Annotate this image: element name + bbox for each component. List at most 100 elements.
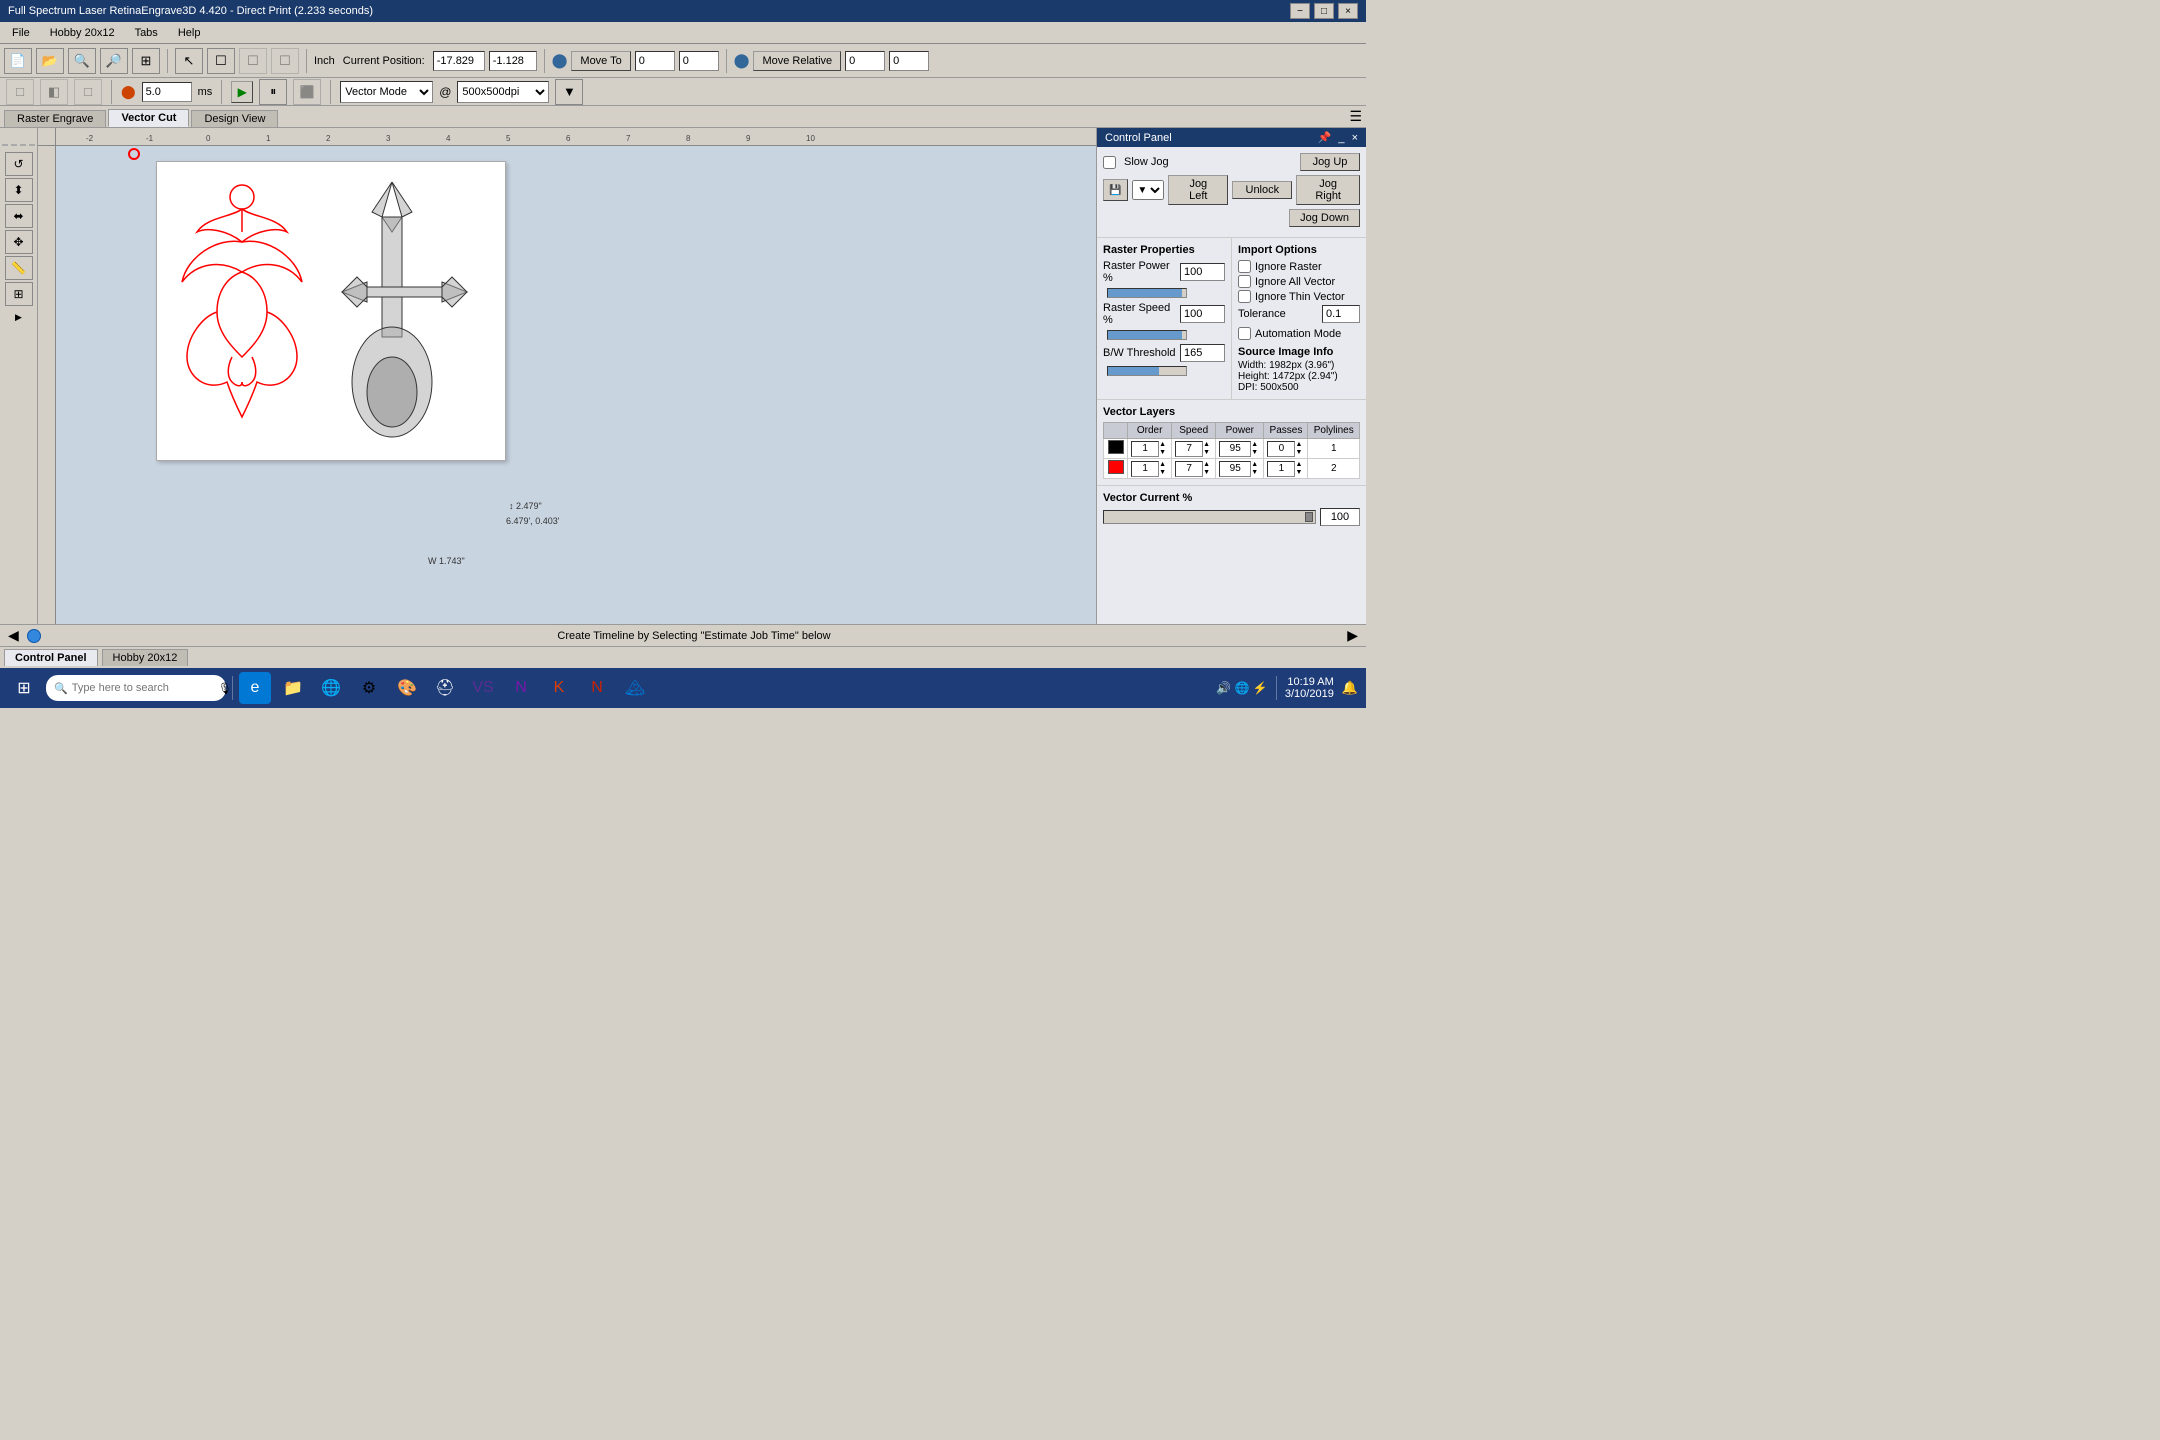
jog-left-btn[interactable]: Jog Left bbox=[1168, 175, 1228, 205]
vector-current-thumb[interactable] bbox=[1305, 512, 1313, 522]
dpi-btn3[interactable]: □ bbox=[74, 79, 102, 105]
stop-btn[interactable]: ⬛ bbox=[293, 79, 321, 105]
move-to-x-input[interactable] bbox=[635, 51, 675, 71]
raster-power-slider[interactable] bbox=[1107, 288, 1187, 298]
vector-current-slider[interactable] bbox=[1103, 510, 1316, 524]
speed-arrows-2[interactable]: ▲▼ bbox=[1203, 461, 1210, 477]
new-btn[interactable]: 📄 bbox=[4, 48, 32, 74]
passes-up-1[interactable]: ▲ bbox=[1295, 441, 1302, 449]
automation-mode-cb[interactable] bbox=[1238, 327, 1251, 340]
passes-up-2[interactable]: ▲ bbox=[1295, 461, 1302, 469]
menu-help[interactable]: Help bbox=[170, 25, 209, 41]
titlebar-controls[interactable]: − □ × bbox=[1290, 3, 1358, 19]
delay-input[interactable] bbox=[142, 82, 192, 102]
tab-options-icon[interactable]: ☰ bbox=[1349, 108, 1362, 125]
taskbar-folder-icon[interactable]: 📁 bbox=[277, 672, 309, 704]
search-input[interactable] bbox=[72, 682, 214, 694]
raster-speed-slider[interactable] bbox=[1107, 330, 1187, 340]
status-next[interactable]: ▶ bbox=[1347, 627, 1358, 644]
speed-down-1[interactable]: ▼ bbox=[1203, 449, 1210, 457]
dpi-btn2[interactable]: ◧ bbox=[40, 79, 68, 105]
power-spin-1[interactable]: ▲▼ bbox=[1219, 441, 1260, 457]
mode-select[interactable]: Vector Mode Raster Mode Raster+Vector bbox=[340, 81, 433, 103]
lt-flip-h[interactable]: ⬌ bbox=[5, 204, 33, 228]
power-arrows-1[interactable]: ▲▼ bbox=[1251, 441, 1258, 457]
passes-arrows-1[interactable]: ▲▼ bbox=[1295, 441, 1302, 457]
lt-ruler[interactable]: 📏 bbox=[5, 256, 33, 280]
save-img-btn[interactable]: 💾 bbox=[1103, 179, 1128, 201]
power-up-2[interactable]: ▲ bbox=[1251, 461, 1258, 469]
open-btn[interactable]: 📂 bbox=[36, 48, 64, 74]
lt-grid[interactable]: ⊞ bbox=[5, 282, 33, 306]
move-to-y-input[interactable] bbox=[679, 51, 719, 71]
menu-tabs[interactable]: Tabs bbox=[127, 25, 166, 41]
menu-hobby[interactable]: Hobby 20x12 bbox=[42, 25, 123, 41]
lt-flip-v[interactable]: ⬍ bbox=[5, 178, 33, 202]
jog-down-btn[interactable]: Jog Down bbox=[1289, 209, 1360, 227]
unlock-btn[interactable]: Unlock bbox=[1232, 181, 1292, 199]
cp-min-icon[interactable]: _ bbox=[1338, 132, 1344, 144]
taskbar-red-icon[interactable]: 🎨 bbox=[391, 672, 423, 704]
vector-current-input[interactable] bbox=[1320, 508, 1360, 526]
slow-jog-checkbox[interactable] bbox=[1103, 156, 1116, 169]
order-arrows-1[interactable]: ▲▼ bbox=[1159, 441, 1166, 457]
tab-vector-cut[interactable]: Vector Cut bbox=[108, 109, 189, 127]
order-spin-1[interactable]: ▲▼ bbox=[1131, 441, 1168, 457]
passes-input-2[interactable] bbox=[1267, 461, 1295, 477]
pos-y-input[interactable] bbox=[489, 51, 537, 71]
dpi-expand[interactable]: ▼ bbox=[555, 79, 583, 105]
order-arrows-2[interactable]: ▲▼ bbox=[1159, 461, 1166, 477]
cp-header-controls[interactable]: 📌 _ × bbox=[1314, 131, 1358, 144]
down-arrow-1[interactable]: ▼ bbox=[1159, 449, 1166, 457]
play-btn[interactable]: ▶ bbox=[231, 81, 253, 103]
zoom-in-btn[interactable]: 🔍 bbox=[68, 48, 96, 74]
order-input-1[interactable] bbox=[1131, 441, 1159, 457]
passes-arrows-2[interactable]: ▲▼ bbox=[1295, 461, 1302, 477]
power-input-1[interactable] bbox=[1219, 441, 1251, 457]
power-up-1[interactable]: ▲ bbox=[1251, 441, 1258, 449]
taskbar-sn-icon[interactable]: ⚙ bbox=[353, 672, 385, 704]
dpi-btn1[interactable]: □ bbox=[6, 79, 34, 105]
bw-threshold-input[interactable] bbox=[1180, 344, 1225, 362]
taskbar-vs-icon[interactable]: VS bbox=[467, 672, 499, 704]
power-arrows-2[interactable]: ▲▼ bbox=[1251, 461, 1258, 477]
ignore-raster-cb[interactable] bbox=[1238, 260, 1251, 273]
move-to-btn[interactable]: Move To bbox=[571, 51, 630, 71]
notification-icon[interactable]: 🔔 bbox=[1342, 680, 1358, 696]
ignore-all-vector-cb[interactable] bbox=[1238, 275, 1251, 288]
search-bar[interactable]: 🔍 🎙 bbox=[46, 675, 226, 701]
speed-spin-1[interactable]: ▲▼ bbox=[1175, 441, 1212, 457]
start-btn[interactable]: ⊞ bbox=[8, 672, 40, 704]
power-spin-2[interactable]: ▲▼ bbox=[1219, 461, 1260, 477]
bottom-tab-control-panel[interactable]: Control Panel bbox=[4, 649, 98, 666]
mic-icon[interactable]: 🎙 bbox=[218, 682, 232, 695]
taskbar-edge-icon[interactable]: e bbox=[239, 672, 271, 704]
maximize-btn[interactable]: □ bbox=[1314, 3, 1334, 19]
passes-input-1[interactable] bbox=[1267, 441, 1295, 457]
taskbar-nb-icon[interactable]: N bbox=[581, 672, 613, 704]
lt-arrow[interactable]: ▶ bbox=[2, 312, 35, 323]
tolerance-input[interactable] bbox=[1322, 305, 1360, 323]
move-relative-btn[interactable]: Move Relative bbox=[753, 51, 841, 71]
tool-arrow[interactable]: ↖ bbox=[175, 48, 203, 74]
speed-down-2[interactable]: ▼ bbox=[1203, 469, 1210, 477]
passes-spin-2[interactable]: ▲▼ bbox=[1267, 461, 1304, 477]
taskbar-n-icon[interactable]: N bbox=[505, 672, 537, 704]
power-down-1[interactable]: ▼ bbox=[1251, 449, 1258, 457]
raster-speed-input[interactable] bbox=[1180, 305, 1225, 323]
raster-power-input[interactable] bbox=[1180, 263, 1225, 281]
clock[interactable]: 10:19 AM 3/10/2019 bbox=[1285, 676, 1334, 700]
bw-threshold-slider[interactable] bbox=[1107, 366, 1187, 376]
tool-select[interactable]: ☐ bbox=[207, 48, 235, 74]
lt-move[interactable]: ✥ bbox=[5, 230, 33, 254]
speed-input-2[interactable] bbox=[1175, 461, 1203, 477]
cp-close-icon[interactable]: × bbox=[1352, 132, 1358, 144]
taskbar-chrome-icon[interactable]: 🌐 bbox=[315, 672, 347, 704]
canvas[interactable]: 6.479', 0.403' ↕ 2.479" W 1.743" bbox=[56, 146, 1096, 624]
ignore-thin-vector-cb[interactable] bbox=[1238, 290, 1251, 303]
status-prev[interactable]: ◀ bbox=[8, 627, 19, 644]
minimize-btn[interactable]: − bbox=[1290, 3, 1310, 19]
order-input-2[interactable] bbox=[1131, 461, 1159, 477]
rel-y-input[interactable] bbox=[889, 51, 929, 71]
speed-input-1[interactable] bbox=[1175, 441, 1203, 457]
